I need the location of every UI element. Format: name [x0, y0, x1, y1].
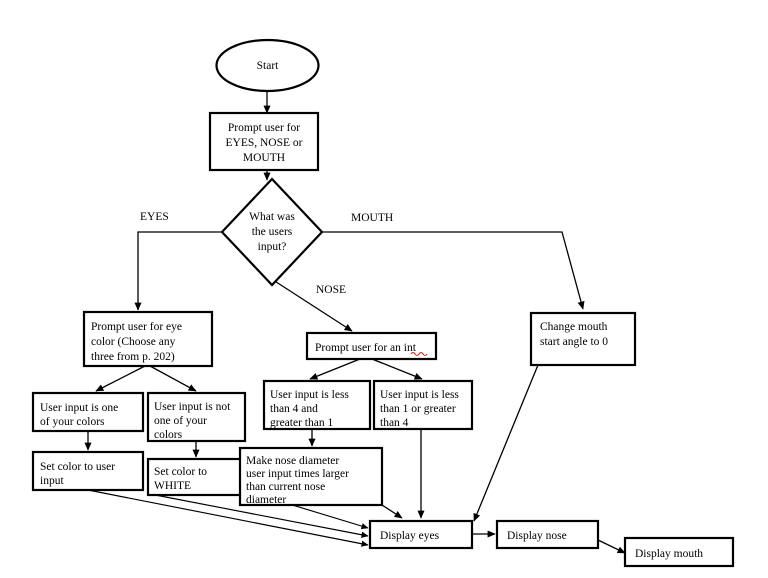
edge-mouth-branch [322, 231, 585, 310]
edge-eyes-branch [134, 231, 222, 311]
node-set-color-user: Set color to user input [31, 450, 145, 492]
make-nose-line-4: diameter [246, 494, 286, 506]
node-display-mouth: Display mouth [623, 536, 735, 568]
edge-eyecolor-to-not-color [149, 365, 197, 392]
input-not-color-line-1: User input is not [154, 401, 231, 413]
edge-makenose-to-displayeyes [381, 504, 403, 519]
node-display-nose: Display nose [495, 519, 600, 550]
node-int-in-range: User input is less than 4 and greater th… [262, 379, 372, 431]
node-change-mouth: Change mouth start angle to 0 [529, 311, 637, 367]
make-nose-line-2: user input times larger [246, 468, 349, 480]
make-nose-line-1: Make nose diameter [246, 455, 339, 467]
set-color-user-line-2: input [40, 475, 64, 487]
node-input-not-color: User input is not one of your colors [146, 391, 247, 443]
prompt-eye-color-line-2: color (Choose any [91, 336, 176, 348]
decision-line-2: the users [252, 226, 293, 238]
prompt-eye-color-line-1: Prompt user for eye [91, 321, 182, 333]
display-eyes-label: Display eyes [380, 530, 440, 542]
input-is-color-line-1: User input is one [40, 402, 118, 414]
decision-line-3: input? [258, 241, 287, 253]
input-not-color-line-3: colors [154, 429, 183, 441]
decision-line-1: What was [249, 211, 295, 223]
node-decision: What was the users input? [220, 177, 324, 287]
start-label: Start [257, 60, 280, 72]
edge-eyecolor-to-is-color [95, 365, 146, 392]
int-in-range-line-2: than 4 and [270, 403, 318, 415]
display-nose-label: Display nose [507, 530, 567, 542]
set-color-user-line-1: Set color to user [40, 461, 115, 473]
node-prompt-int: Prompt user for an int [305, 331, 438, 361]
node-prompt-part: Prompt user for EYES, NOSE or MOUTH [208, 111, 320, 172]
node-display-eyes: Display eyes [368, 519, 474, 550]
flowchart-svg: EYES MOUTH NOSE Start Prompt user for EY… [31, 38, 735, 568]
prompt-part-line-3: MOUTH [243, 152, 285, 164]
node-int-out-range: User input is less than 1 or greater tha… [372, 379, 474, 431]
node-input-is-color: User input is one of your colors [31, 391, 145, 433]
edge-changemouth-to-displayeyes [473, 364, 539, 522]
int-in-range-line-3: greater than 1 [270, 417, 333, 429]
int-out-range-line-1: User input is less [380, 389, 459, 401]
node-start: Start [215, 38, 320, 93]
edge-int-to-outrange [371, 358, 423, 380]
node-make-nose: Make nose diameter user input times larg… [238, 446, 384, 507]
prompt-part-line-2: EYES, NOSE or [226, 137, 303, 149]
change-mouth-line-1: Change mouth [540, 321, 608, 333]
node-prompt-eye-color: Prompt user for eye color (Choose any th… [82, 310, 214, 368]
edge-label-eyes: EYES [140, 211, 169, 223]
set-color-white-line-2: WHITE [154, 480, 191, 492]
prompt-int-line-1: Prompt user for an int [315, 342, 417, 354]
prompt-part-line-1: Prompt user for [228, 122, 300, 134]
int-in-range-line-1: User input is less [270, 389, 349, 401]
input-is-color-line-2: of your colors [40, 416, 105, 428]
input-not-color-line-2: one of your [154, 415, 207, 427]
int-out-range-line-2: than 1 or greater [380, 403, 456, 415]
edge-int-to-inrange [309, 358, 361, 380]
flowchart-canvas: EYES MOUTH NOSE Start Prompt user for EY… [0, 0, 768, 578]
prompt-eye-color-line-3: three from p. 202) [91, 351, 175, 363]
node-set-color-white: Set color to WHITE [146, 457, 247, 497]
display-mouth-label: Display mouth [635, 548, 703, 560]
int-out-range-line-3: than 4 [380, 417, 409, 429]
edge-label-nose: NOSE [316, 284, 346, 296]
edge-label-mouth: MOUTH [351, 212, 393, 224]
make-nose-line-3: than current nose [246, 481, 325, 493]
change-mouth-line-2: start angle to 0 [540, 336, 608, 348]
set-color-white-line-1: Set color to [154, 466, 207, 478]
edge-displaynose-to-displaymouth [597, 539, 626, 554]
